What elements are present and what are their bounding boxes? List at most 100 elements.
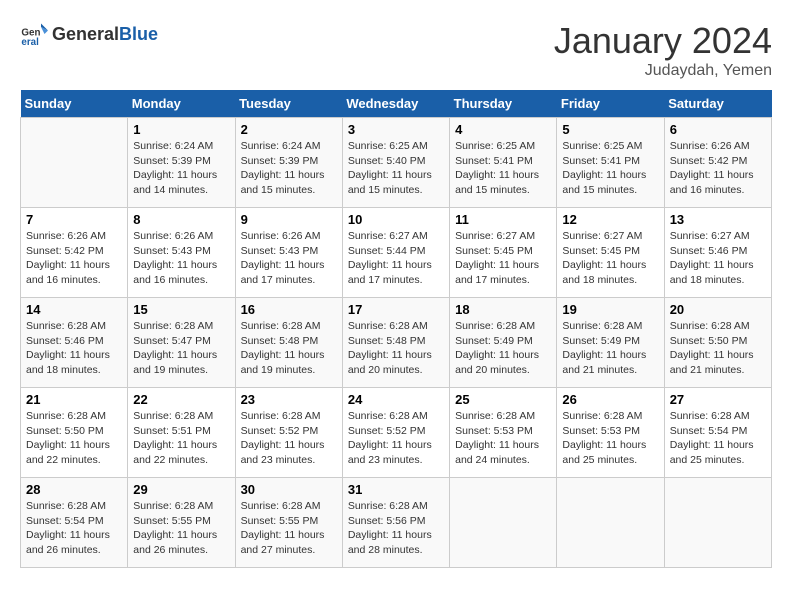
- day-number: 14: [26, 302, 122, 317]
- header: Gen eral GeneralBlue January 2024 Judayd…: [20, 20, 772, 80]
- day-number: 24: [348, 392, 444, 407]
- day-number: 31: [348, 482, 444, 497]
- day-number: 9: [241, 212, 337, 227]
- day-number: 21: [26, 392, 122, 407]
- day-info: Sunrise: 6:28 AMSunset: 5:53 PMDaylight:…: [562, 409, 658, 468]
- day-number: 26: [562, 392, 658, 407]
- day-number: 27: [670, 392, 766, 407]
- day-info: Sunrise: 6:27 AMSunset: 5:45 PMDaylight:…: [455, 229, 551, 288]
- logo-general: General: [52, 24, 119, 44]
- calendar-cell: 26 Sunrise: 6:28 AMSunset: 5:53 PMDayligh…: [557, 388, 664, 478]
- calendar-cell: [450, 478, 557, 568]
- calendar-cell: 3 Sunrise: 6:25 AMSunset: 5:40 PMDaylight…: [342, 118, 449, 208]
- day-number: 8: [133, 212, 229, 227]
- day-info: Sunrise: 6:28 AMSunset: 5:49 PMDaylight:…: [562, 319, 658, 378]
- calendar-cell: 17Sunrise: 6:28 AMSunset: 5:48 PMDayligh…: [342, 298, 449, 388]
- day-number: 20: [670, 302, 766, 317]
- calendar-cell: 9Sunrise: 6:26 AMSunset: 5:43 PMDaylight…: [235, 208, 342, 298]
- day-info: Sunrise: 6:28 AMSunset: 5:50 PMDaylight:…: [26, 409, 122, 468]
- day-number: 11: [455, 212, 551, 227]
- day-info: Sunrise: 6:28 AMSunset: 5:55 PMDaylight:…: [241, 499, 337, 558]
- day-number: 13: [670, 212, 766, 227]
- day-number: 7: [26, 212, 122, 227]
- calendar-cell: 25Sunrise: 6:28 AMSunset: 5:53 PMDayligh…: [450, 388, 557, 478]
- calendar-cell: 19 Sunrise: 6:28 AMSunset: 5:49 PMDayligh…: [557, 298, 664, 388]
- day-info: Sunrise: 6:28 AMSunset: 5:47 PMDaylight:…: [133, 319, 229, 378]
- day-number: 15: [133, 302, 229, 317]
- day-info: Sunrise: 6:28 AMSunset: 5:49 PMDaylight:…: [455, 319, 551, 378]
- day-info: Sunrise: 6:26 AMSunset: 5:42 PMDaylight:…: [26, 229, 122, 288]
- calendar-cell: 22 Sunrise: 6:28 AMSunset: 5:51 PMDayligh…: [128, 388, 235, 478]
- day-number: 16: [241, 302, 337, 317]
- calendar-cell: 10 Sunrise: 6:27 AMSunset: 5:44 PMDayligh…: [342, 208, 449, 298]
- calendar-week-row: 1 Sunrise: 6:24 AMSunset: 5:39 PMDaylight…: [21, 118, 772, 208]
- calendar-cell: 4 Sunrise: 6:25 AMSunset: 5:41 PMDaylight…: [450, 118, 557, 208]
- calendar-cell: 31 Sunrise: 6:28 AMSunset: 5:56 PMDayligh…: [342, 478, 449, 568]
- weekday-header-friday: Friday: [557, 90, 664, 118]
- day-info: Sunrise: 6:27 AMSunset: 5:46 PMDaylight:…: [670, 229, 766, 288]
- day-number: 10: [348, 212, 444, 227]
- calendar-cell: 23Sunrise: 6:28 AMSunset: 5:52 PMDayligh…: [235, 388, 342, 478]
- weekday-header-thursday: Thursday: [450, 90, 557, 118]
- calendar-cell: 14 Sunrise: 6:28 AMSunset: 5:46 PMDayligh…: [21, 298, 128, 388]
- weekday-header-monday: Monday: [128, 90, 235, 118]
- calendar-cell: [557, 478, 664, 568]
- day-info: Sunrise: 6:28 AMSunset: 5:50 PMDaylight:…: [670, 319, 766, 378]
- day-info: Sunrise: 6:26 AMSunset: 5:43 PMDaylight:…: [133, 229, 229, 288]
- day-info: Sunrise: 6:28 AMSunset: 5:46 PMDaylight:…: [26, 319, 122, 378]
- calendar-week-row: 28 Sunrise: 6:28 AMSunset: 5:54 PMDayligh…: [21, 478, 772, 568]
- day-info: Sunrise: 6:25 AMSunset: 5:41 PMDaylight:…: [455, 139, 551, 198]
- day-number: 12: [562, 212, 658, 227]
- title-area: January 2024 Judaydah, Yemen: [554, 20, 772, 80]
- day-info: Sunrise: 6:28 AMSunset: 5:53 PMDaylight:…: [455, 409, 551, 468]
- day-info: Sunrise: 6:25 AMSunset: 5:41 PMDaylight:…: [562, 139, 658, 198]
- calendar-table: SundayMondayTuesdayWednesdayThursdayFrid…: [20, 90, 772, 568]
- calendar-cell: 2Sunrise: 6:24 AMSunset: 5:39 PMDaylight…: [235, 118, 342, 208]
- calendar-cell: 16 Sunrise: 6:28 AMSunset: 5:48 PMDayligh…: [235, 298, 342, 388]
- svg-text:eral: eral: [21, 37, 39, 48]
- calendar-cell: 7 Sunrise: 6:26 AMSunset: 5:42 PMDaylight…: [21, 208, 128, 298]
- day-info: Sunrise: 6:25 AMSunset: 5:40 PMDaylight:…: [348, 139, 444, 198]
- weekday-header-row: SundayMondayTuesdayWednesdayThursdayFrid…: [21, 90, 772, 118]
- day-number: 23: [241, 392, 337, 407]
- calendar-cell: 6Sunrise: 6:26 AMSunset: 5:42 PMDaylight…: [664, 118, 771, 208]
- day-number: 4: [455, 122, 551, 137]
- day-number: 19: [562, 302, 658, 317]
- day-number: 28: [26, 482, 122, 497]
- day-number: 22: [133, 392, 229, 407]
- day-number: 29: [133, 482, 229, 497]
- day-info: Sunrise: 6:28 AMSunset: 5:56 PMDaylight:…: [348, 499, 444, 558]
- day-info: Sunrise: 6:28 AMSunset: 5:48 PMDaylight:…: [241, 319, 337, 378]
- calendar-cell: 12Sunrise: 6:27 AMSunset: 5:45 PMDayligh…: [557, 208, 664, 298]
- weekday-header-sunday: Sunday: [21, 90, 128, 118]
- day-number: 1: [133, 122, 229, 137]
- day-info: Sunrise: 6:26 AMSunset: 5:42 PMDaylight:…: [670, 139, 766, 198]
- calendar-cell: 29 Sunrise: 6:28 AMSunset: 5:55 PMDayligh…: [128, 478, 235, 568]
- calendar-week-row: 14 Sunrise: 6:28 AMSunset: 5:46 PMDayligh…: [21, 298, 772, 388]
- day-info: Sunrise: 6:24 AMSunset: 5:39 PMDaylight:…: [241, 139, 337, 198]
- logo-blue: Blue: [119, 24, 158, 44]
- day-number: 30: [241, 482, 337, 497]
- calendar-cell: 24 Sunrise: 6:28 AMSunset: 5:52 PMDayligh…: [342, 388, 449, 478]
- day-number: 17: [348, 302, 444, 317]
- logo: Gen eral GeneralBlue: [20, 20, 158, 48]
- logo-icon: Gen eral: [20, 20, 48, 48]
- day-number: 3: [348, 122, 444, 137]
- calendar-cell: [664, 478, 771, 568]
- calendar-cell: 30 Sunrise: 6:28 AMSunset: 5:55 PMDayligh…: [235, 478, 342, 568]
- day-info: Sunrise: 6:28 AMSunset: 5:51 PMDaylight:…: [133, 409, 229, 468]
- day-info: Sunrise: 6:24 AMSunset: 5:39 PMDaylight:…: [133, 139, 229, 198]
- calendar-cell: 13 Sunrise: 6:27 AMSunset: 5:46 PMDayligh…: [664, 208, 771, 298]
- day-info: Sunrise: 6:28 AMSunset: 5:54 PMDaylight:…: [26, 499, 122, 558]
- day-info: Sunrise: 6:28 AMSunset: 5:52 PMDaylight:…: [348, 409, 444, 468]
- day-number: 5: [562, 122, 658, 137]
- calendar-cell: 8 Sunrise: 6:26 AMSunset: 5:43 PMDaylight…: [128, 208, 235, 298]
- calendar-cell: 5 Sunrise: 6:25 AMSunset: 5:41 PMDaylight…: [557, 118, 664, 208]
- day-info: Sunrise: 6:28 AMSunset: 5:55 PMDaylight:…: [133, 499, 229, 558]
- calendar-week-row: 7 Sunrise: 6:26 AMSunset: 5:42 PMDaylight…: [21, 208, 772, 298]
- calendar-cell: 28 Sunrise: 6:28 AMSunset: 5:54 PMDayligh…: [21, 478, 128, 568]
- day-number: 18: [455, 302, 551, 317]
- day-info: Sunrise: 6:28 AMSunset: 5:54 PMDaylight:…: [670, 409, 766, 468]
- day-info: Sunrise: 6:27 AMSunset: 5:44 PMDaylight:…: [348, 229, 444, 288]
- calendar-cell: 20 Sunrise: 6:28 AMSunset: 5:50 PMDayligh…: [664, 298, 771, 388]
